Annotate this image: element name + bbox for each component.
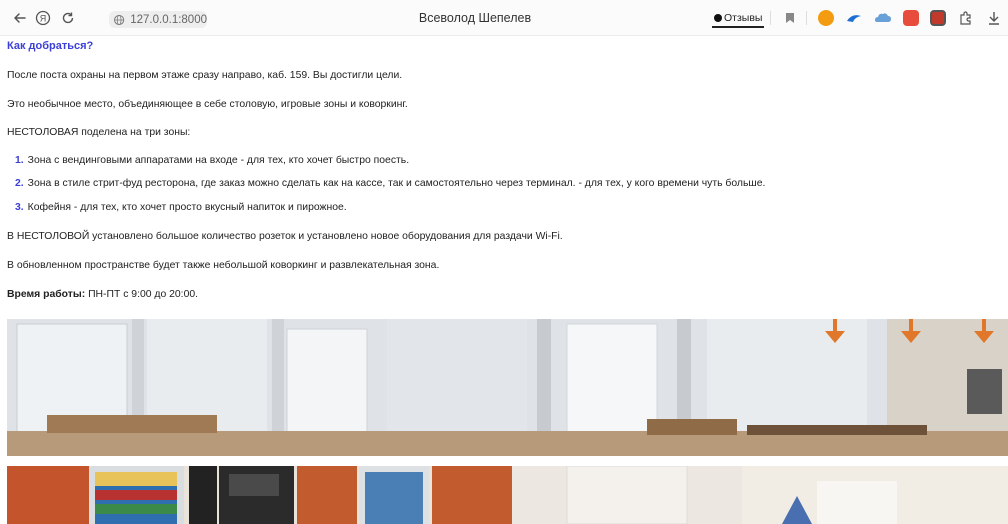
list-item: 2. Зона в стиле стрит-фуд ресторона, где … — [15, 178, 765, 189]
section-heading: Как добраться? — [7, 40, 94, 52]
working-hours-value: ПН-ПТ с 9:00 до 20:00. — [85, 289, 199, 300]
extension-calendar-icon[interactable] — [930, 10, 946, 26]
list-text: Кофейня - для тех, кто хочет просто вкус… — [27, 202, 347, 213]
paragraph-directions: После поста охраны на первом этаже сразу… — [7, 70, 403, 81]
reload-icon[interactable] — [58, 8, 78, 28]
paragraph-equipment: В НЕСТОЛОВОЙ установлено большое количес… — [7, 231, 563, 242]
address-bar[interactable]: 127.0.0.1:8000 — [109, 11, 207, 28]
svg-text:Я: Я — [40, 14, 47, 24]
paragraph-coworking: В обновленном пространстве будет также н… — [7, 260, 440, 271]
toolbar-divider — [770, 11, 771, 25]
extension-cloud-icon[interactable] — [874, 10, 891, 26]
working-hours: Время работы: ПН-ПТ с 9:00 до 20:00. — [7, 289, 198, 300]
cafeteria-interior-photo — [7, 319, 1008, 456]
paragraph-description: Это необычное место, объединяющее в себе… — [7, 99, 408, 110]
reviews-button[interactable]: Отзывы — [712, 10, 765, 28]
page-tab-title: Всеволод Шепелев — [418, 11, 532, 25]
url-text: 127.0.0.1:8000 — [130, 13, 207, 26]
bookmark-icon[interactable] — [780, 8, 800, 28]
list-number: 1. — [15, 155, 24, 166]
list-item: 1. Зона с вендинговыми аппаратами на вход… — [15, 155, 409, 166]
extension-red-cake-icon[interactable] — [903, 10, 919, 26]
list-number: 3. — [15, 202, 24, 213]
list-text: Зона в стиле стрит-фуд ресторона, где за… — [27, 178, 766, 189]
download-icon[interactable] — [984, 8, 1004, 28]
working-hours-label: Время работы: — [7, 289, 86, 300]
list-number: 2. — [15, 178, 24, 189]
reviews-label: Отзывы — [724, 12, 763, 24]
paragraph-zones-intro: НЕСТОЛОВАЯ поделена на три зоны: — [7, 127, 191, 138]
extension-orange-icon[interactable] — [818, 10, 834, 26]
extension-puzzle-icon[interactable] — [956, 8, 976, 28]
list-text: Зона с вендинговыми аппаратами на входе … — [27, 155, 410, 166]
globe-icon — [114, 14, 125, 25]
reviews-dot-icon — [714, 14, 722, 22]
extension-blue-bird-icon[interactable] — [846, 10, 862, 26]
yandex-logo-icon[interactable]: Я — [33, 8, 53, 28]
list-item: 3. Кофейня - для тех, кто хочет просто вк… — [15, 202, 347, 213]
back-arrow-icon[interactable] — [10, 8, 30, 28]
toolbar-divider — [806, 11, 807, 25]
browser-toolbar: Я 127.0.0.1:8000 Всеволод Шепелев Отзывы — [0, 0, 1008, 36]
vending-machines-photo — [7, 466, 1008, 524]
